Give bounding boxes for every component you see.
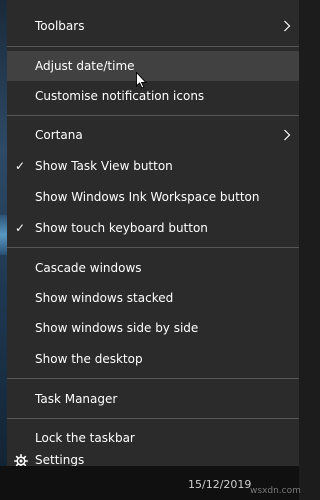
menu-separator: [7, 418, 299, 419]
menu-separator: [7, 247, 299, 248]
menu-separator: [7, 378, 299, 379]
menu-item-label: Adjust date/time: [35, 59, 135, 73]
menu-item-show-touch-keyboard-button[interactable]: ✓ Show touch keyboard button: [7, 213, 299, 243]
menu-item-label: Lock the taskbar: [35, 431, 135, 445]
menu-item-show-task-view-button[interactable]: ✓ Show Task View button: [7, 151, 299, 181]
chevron-right-icon: [284, 129, 291, 141]
menu-item-settings[interactable]: Settings: [7, 453, 299, 468]
menu-item-label: Cortana: [35, 128, 83, 142]
desktop-background: [0, 0, 7, 500]
menu-item-label: Cascade windows: [35, 261, 142, 275]
menu-item-label: Show touch keyboard button: [35, 221, 208, 235]
menu-item-label: Customise notification icons: [35, 89, 205, 103]
checkmark-icon: ✓: [14, 159, 26, 173]
menu-item-task-manager[interactable]: Task Manager: [7, 384, 299, 414]
menu-item-show-windows-side-by-side[interactable]: Show windows side by side: [7, 313, 299, 343]
menu-item-cascade-windows[interactable]: Cascade windows: [7, 253, 299, 283]
menu-item-lock-the-taskbar[interactable]: Lock the taskbar: [7, 423, 299, 453]
menu-item-label: Task Manager: [35, 392, 118, 406]
checkmark-icon: ✓: [14, 221, 26, 235]
menu-item-label: Show windows stacked: [35, 291, 174, 305]
menu-item-adjust-date-time[interactable]: Adjust date/time: [7, 51, 299, 81]
menu-item-label: Settings: [35, 453, 85, 467]
taskbar-date[interactable]: 15/12/2019: [188, 478, 251, 491]
menu-item-label: Show Task View button: [35, 159, 173, 173]
menu-item-label: Show windows side by side: [35, 321, 199, 335]
menu-item-label: Show Windows Ink Workspace button: [35, 190, 260, 204]
menu-item-toolbars[interactable]: Toolbars: [7, 11, 299, 41]
taskbar: 15/12/2019 wsxdn.com: [0, 466, 301, 500]
menu-separator: [7, 115, 299, 116]
menu-item-cortana[interactable]: Cortana: [7, 120, 299, 150]
chevron-right-icon: [284, 20, 291, 32]
menu-item-show-windows-stacked[interactable]: Show windows stacked: [7, 283, 299, 313]
taskbar-context-menu: Toolbars Adjust date/time Customise noti…: [7, 0, 299, 468]
menu-item-customise-notification-icons[interactable]: Customise notification icons: [7, 81, 299, 111]
watermark: wsxdn.com: [250, 486, 301, 496]
menu-separator: [7, 46, 299, 47]
menu-item-show-windows-ink-workspace-button[interactable]: Show Windows Ink Workspace button: [7, 182, 299, 212]
menu-item-label: Show the desktop: [35, 352, 143, 366]
menu-item-label: Toolbars: [35, 19, 85, 33]
mouse-pointer-icon: [136, 72, 147, 89]
menu-item-show-the-desktop[interactable]: Show the desktop: [7, 344, 299, 374]
